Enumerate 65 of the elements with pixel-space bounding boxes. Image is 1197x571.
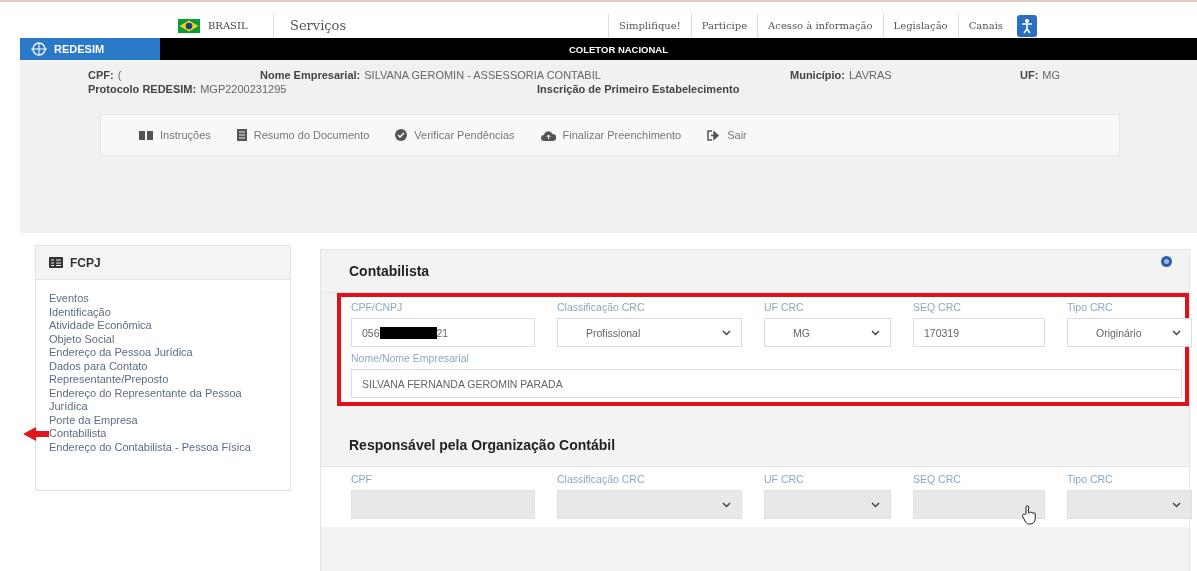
help-icon[interactable] (1161, 256, 1172, 267)
caret-icon (871, 329, 880, 336)
book-icon (139, 129, 153, 141)
caret-icon (1172, 501, 1181, 508)
sidebar-item[interactable]: Objeto Social (49, 332, 269, 346)
section-title: Responsável pela Organização Contábil (349, 437, 616, 453)
field-label: UF CRC (764, 301, 805, 313)
sidebar-item[interactable]: Atividade Econômica (49, 319, 269, 333)
dropdown[interactable]: Originário (1067, 318, 1192, 347)
sidebar-item[interactable]: Representante/Preposto (49, 373, 269, 387)
check-circle-icon (395, 129, 408, 141)
caret-icon (722, 501, 731, 508)
field-label: CPF (351, 473, 373, 485)
sidebar-item[interactable]: Endereço do Representante da Pessoa Jurídica (49, 386, 269, 414)
field-label: CPF/CNPJ (351, 301, 404, 313)
page-title: COLETOR NACIONAL (567, 43, 669, 55)
sidebar-item[interactable]: Eventos (49, 292, 269, 306)
logo: REDESIM (20, 38, 160, 60)
toolbar-link[interactable]: Resumo do Documento (236, 129, 370, 141)
sidebar-item[interactable]: Dados para Contato (49, 359, 269, 373)
info-label: CPF: (88, 68, 114, 82)
sidebar-title: FCPJ (70, 255, 101, 270)
sidebar-item[interactable]: Endereço do Contabilista - Pessoa Física (49, 440, 269, 454)
field-label: SEQ CRC (913, 473, 962, 485)
caret-icon (1172, 329, 1181, 336)
document-icon (236, 129, 247, 141)
services-link[interactable]: Serviços (274, 14, 347, 38)
field-label: UF CRC (764, 473, 805, 485)
field-label: Classificação CRC (557, 301, 646, 313)
info-value: ( (117, 68, 122, 82)
caret-icon (722, 329, 731, 336)
info-value: MG (1042, 68, 1061, 82)
sidebar-item[interactable]: Porte da Empresa (49, 413, 269, 427)
field-label: Nome/Nome Empresarial (351, 352, 470, 364)
info-value: LAVRAS (849, 68, 892, 82)
toolbar-link[interactable]: Instruções (139, 129, 211, 141)
cloud-upload-icon (540, 129, 556, 141)
toolbar-link[interactable]: Sair (707, 129, 747, 141)
info-label: Nome Empresarial: (260, 68, 361, 82)
input-field[interactable]: 056 21 (351, 318, 535, 347)
info-label: Protocolo REDESIM: (88, 82, 197, 96)
sign-out-icon (707, 129, 721, 141)
sidebar-item[interactable]: Endereço da Pessoa Jurídica (49, 346, 269, 360)
info-value: SILVANA GEROMIN - ASSESSORIA CONTABIL (364, 68, 601, 82)
toolbar-link[interactable]: Verificar Pendências (395, 129, 515, 141)
input-field[interactable]: 170319 (913, 318, 1045, 347)
dropdown[interactable]: MG (764, 318, 891, 347)
list-icon (49, 257, 63, 268)
info-value: MGP2200231295 (200, 82, 287, 96)
info-label: Inscrição de Primeiro Estabelecimento (537, 82, 740, 96)
sidebar-item[interactable]: Identificação (49, 305, 269, 319)
field-label: Tipo CRC (1067, 301, 1114, 313)
info-label: UF: (1020, 68, 1039, 82)
input-field[interactable]: SILVANA FERNANDA GEROMIN PARADA (351, 369, 1182, 398)
sidebar-item[interactable]: Contabilista (49, 427, 269, 441)
caret-icon (871, 501, 880, 508)
info-label: Município: (790, 68, 845, 82)
dropdown[interactable]: Profissional (557, 318, 742, 347)
toolbar-link[interactable]: Finalizar Preenchimento (540, 129, 682, 141)
field-label: Classificação CRC (557, 473, 646, 485)
flag-icon (178, 19, 200, 33)
field-label: Tipo CRC (1067, 473, 1114, 485)
field-label: SEQ CRC (913, 301, 962, 313)
section-title: Contabilista (349, 263, 430, 279)
accessibility-icon[interactable] (1017, 15, 1037, 37)
